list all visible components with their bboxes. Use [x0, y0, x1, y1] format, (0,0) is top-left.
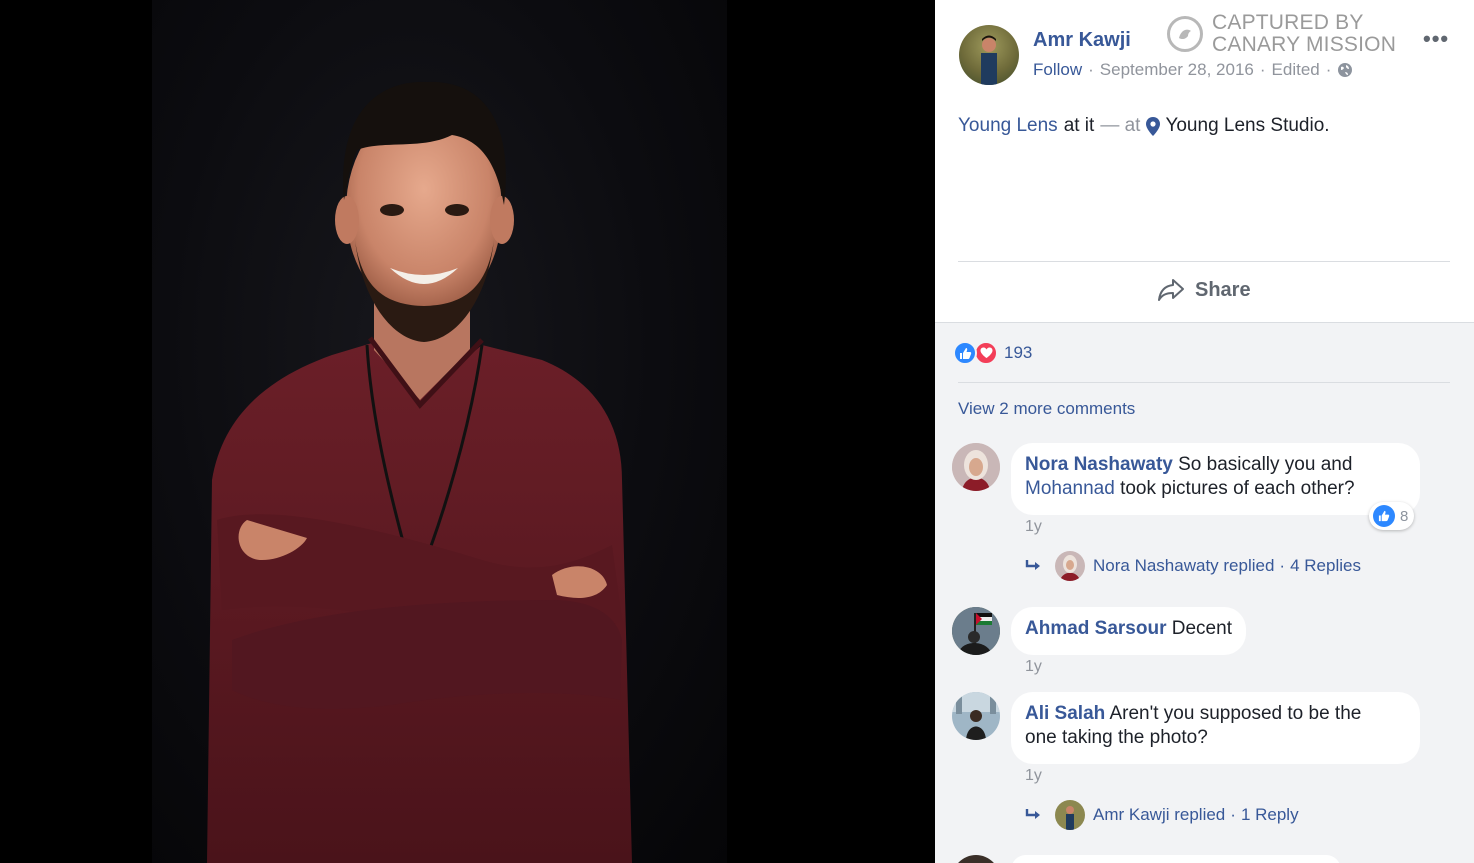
- reply-arrow-icon: [1025, 560, 1040, 570]
- divider: [958, 261, 1450, 262]
- comment-like-count: 8: [1400, 507, 1409, 525]
- share-button[interactable]: Share: [1157, 278, 1251, 302]
- post-header-section: Amr Kawji CAPTURED BY CANARY MISSION •••…: [935, 0, 1474, 322]
- reply-author-text: Nora Nashawaty replied: [1093, 556, 1275, 575]
- comment-bubble: [1011, 855, 1341, 863]
- canary-bird-icon: [1167, 16, 1203, 52]
- share-icon: [1158, 279, 1184, 301]
- commenter-avatar[interactable]: [952, 443, 1000, 491]
- comment-like-badge[interactable]: 8: [1369, 502, 1415, 530]
- comment-text: Aren't you supposed to be the: [1109, 703, 1362, 724]
- author-name[interactable]: Amr Kawji: [1033, 29, 1131, 52]
- caption-at: — at: [1100, 115, 1141, 136]
- comment-time[interactable]: 1y: [1025, 767, 1042, 785]
- like-icon: [953, 341, 977, 365]
- comment-bubble: Ahmad Sarsour Decent: [1011, 607, 1246, 655]
- divider: [958, 382, 1450, 383]
- reply-arrow-icon: [1025, 809, 1040, 819]
- post-panel: Amr Kawji CAPTURED BY CANARY MISSION •••…: [935, 0, 1474, 863]
- like-icon: [1373, 505, 1395, 527]
- author-avatar[interactable]: [959, 25, 1019, 85]
- tagged-page-link[interactable]: Young Lens: [958, 115, 1058, 137]
- commenter-name[interactable]: Ali Salah: [1025, 703, 1105, 724]
- reaction-count: 193: [1004, 343, 1033, 362]
- photo-viewer[interactable]: [0, 0, 935, 863]
- location-link[interactable]: Young Lens Studio.: [1165, 115, 1329, 137]
- globe-icon[interactable]: [1337, 62, 1353, 78]
- commenter-name[interactable]: Nora Nashawaty: [1025, 454, 1173, 475]
- comment-text: took pictures of each other?: [1120, 478, 1355, 499]
- watermark-line-1: CAPTURED BY: [1212, 11, 1364, 34]
- comment-bubble: Ali Salah Aren't you supposed to be the …: [1011, 692, 1420, 764]
- mention-link[interactable]: Mohannad: [1025, 478, 1115, 499]
- commenter-avatar[interactable]: [952, 692, 1000, 740]
- reply-author-text: Amr Kawji replied: [1093, 805, 1226, 824]
- capture-watermark: CAPTURED BY CANARY MISSION: [1167, 12, 1396, 56]
- post-meta: Follow · September 28, 2016 · Edited ·: [1033, 60, 1353, 80]
- replies-link[interactable]: Amr Kawji replied · 1 Reply: [1025, 800, 1299, 830]
- reply-count: 1 Reply: [1240, 805, 1299, 824]
- comment-time[interactable]: 1y: [1025, 658, 1042, 676]
- commenter-name[interactable]: Ahmad Sarsour: [1025, 618, 1166, 639]
- comment-text: So basically you and: [1178, 454, 1353, 475]
- reply-avatar: [1055, 551, 1085, 581]
- comment-text: one taking the photo?: [1025, 727, 1208, 748]
- comment-text: Decent: [1171, 618, 1232, 639]
- replies-link[interactable]: Nora Nashawaty replied · 4 Replies: [1025, 551, 1361, 581]
- reply-count: 4 Replies: [1290, 556, 1361, 575]
- portrait-illustration: [207, 81, 632, 863]
- comment-time[interactable]: 1y: [1025, 518, 1042, 536]
- share-label: Share: [1195, 278, 1251, 301]
- post-caption: Young Lens at it — at Young Lens Studio.: [958, 115, 1330, 137]
- reply-avatar: [1055, 800, 1085, 830]
- love-icon: [974, 341, 998, 365]
- location-pin-icon: [1146, 116, 1161, 136]
- commenter-avatar[interactable]: [952, 607, 1000, 655]
- more-options-icon[interactable]: •••: [1423, 26, 1449, 52]
- caption-text: at it: [1063, 115, 1095, 136]
- post-photo[interactable]: [152, 0, 727, 863]
- view-more-comments-link[interactable]: View 2 more comments: [958, 399, 1135, 419]
- commenter-avatar[interactable]: [952, 855, 1000, 863]
- follow-link[interactable]: Follow: [1033, 60, 1082, 80]
- comments-section: 193 View 2 more comments Nora Nashawaty …: [935, 322, 1474, 863]
- reactions-summary[interactable]: 193: [953, 341, 1032, 365]
- watermark-line-2: CANARY MISSION: [1212, 33, 1397, 56]
- comment-bubble: Nora Nashawaty So basically you and Moha…: [1011, 443, 1420, 515]
- edited-label[interactable]: Edited: [1272, 60, 1320, 80]
- post-date[interactable]: September 28, 2016: [1100, 60, 1254, 80]
